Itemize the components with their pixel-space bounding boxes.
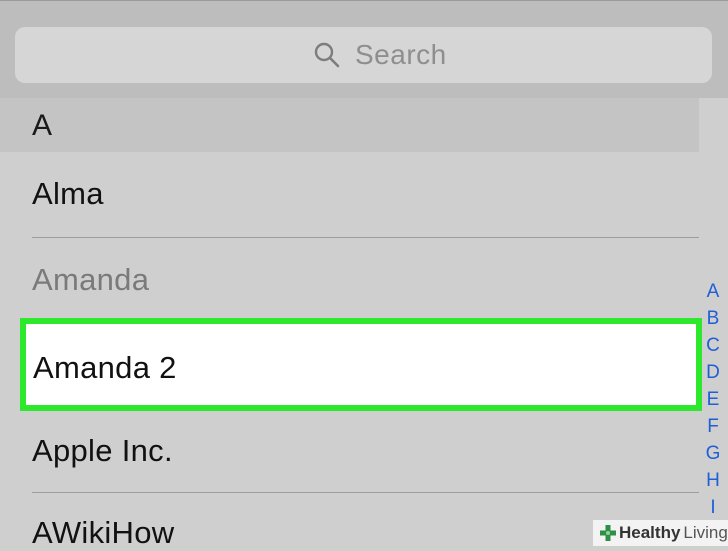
search-placeholder: Search [355,39,447,70]
contact-name: Amanda [32,262,150,297]
index-letter-b[interactable]: B [702,305,724,332]
contact-name: Alma [32,176,104,211]
contact-row-amanda-2-selected[interactable]: Amanda 2 [20,318,702,411]
search-inner: Search [313,39,447,70]
index-letter-h[interactable]: H [702,467,724,494]
index-letter-a[interactable]: A [702,278,724,305]
index-letter-c[interactable]: C [702,332,724,359]
search-icon [313,41,341,69]
contact-name: Amanda 2 [33,350,177,385]
section-letter: A [32,109,53,142]
contact-row-apple-inc[interactable]: Apple Inc. [0,411,699,493]
watermark-text-light: Living [683,523,728,542]
contact-row-alma[interactable]: Alma [0,152,699,238]
contact-name: Apple Inc. [32,433,173,468]
watermark: Healthy Living [593,520,728,546]
alphabet-index[interactable]: A B C D E F G H I [702,278,724,521]
index-letter-f[interactable]: F [702,413,724,440]
contact-row-amanda[interactable]: Amanda [0,238,699,318]
plus-leaf-icon [598,523,618,543]
index-letter-e[interactable]: E [702,386,724,413]
watermark-text-bold: Healthy [619,523,681,542]
search-header: Search [0,0,728,98]
index-letter-g[interactable]: G [702,440,724,467]
index-letter-d[interactable]: D [702,359,724,386]
section-header: A [0,98,699,152]
search-field[interactable]: Search [15,27,712,83]
index-letter-i[interactable]: I [702,494,724,521]
